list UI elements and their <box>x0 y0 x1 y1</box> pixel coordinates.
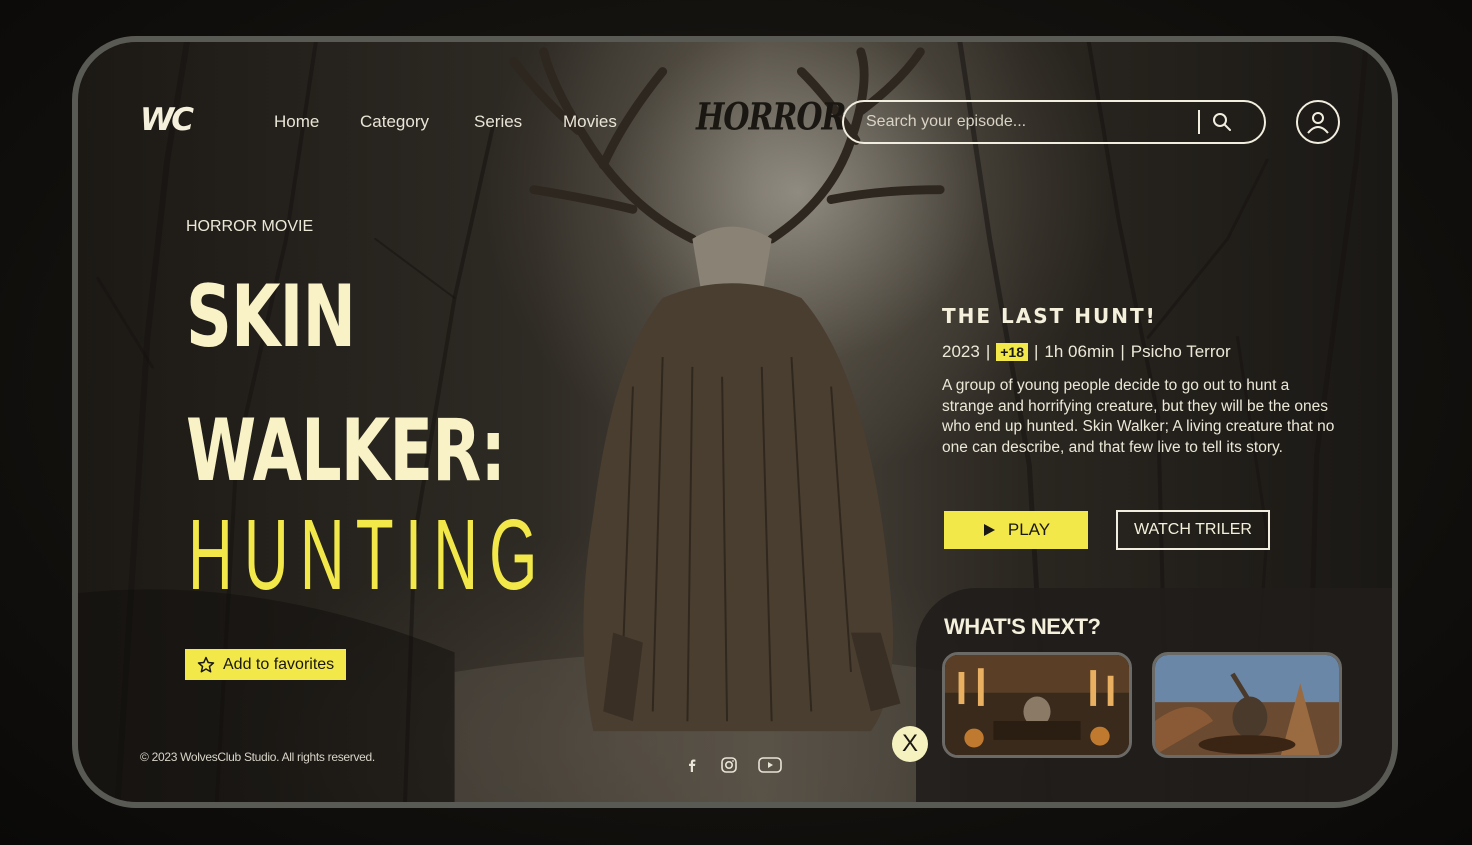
play-button[interactable]: PLAY <box>944 511 1088 549</box>
play-label: PLAY <box>1007 520 1051 539</box>
close-button[interactable]: X <box>892 726 928 762</box>
next-episode-thumbnail[interactable] <box>1152 652 1342 758</box>
category: Psicho Terror <box>1130 342 1231 361</box>
user-icon <box>1307 112 1329 134</box>
thumbnail-image <box>1155 655 1339 755</box>
add-to-favorites-button[interactable]: Add to favorites <box>185 649 347 680</box>
main-frame: WC Home Category Series Movies HORROR HO… <box>72 36 1398 808</box>
duration: 1h 06min <box>1044 342 1115 361</box>
search-divider <box>1198 110 1200 134</box>
youtube-icon[interactable] <box>758 756 782 774</box>
brand-logo[interactable]: WC <box>140 102 194 138</box>
facebook-icon[interactable] <box>684 757 700 773</box>
age-rating-badge: +18 <box>996 343 1028 361</box>
release-year: 2023 <box>942 342 980 361</box>
nav-movies[interactable]: Movies <box>563 112 617 132</box>
search-input[interactable] <box>864 112 1198 132</box>
nav-category[interactable]: Category <box>360 112 429 132</box>
watch-trailer-button[interactable]: WATCH TRILER <box>1116 510 1270 550</box>
episode-title: THE LAST HUNT! <box>942 304 1157 328</box>
movie-title-line2: WALKER: <box>186 401 506 501</box>
whats-next-title: WHAT'S NEXT? <box>944 614 1101 639</box>
nav-home[interactable]: Home <box>274 112 319 132</box>
movie-genre-label: HORROR MOVIE <box>186 218 314 235</box>
social-links <box>684 756 782 774</box>
meta-separator: | <box>1120 342 1125 361</box>
favorites-label: Add to favorites <box>223 655 335 673</box>
search-icon[interactable] <box>1210 110 1234 134</box>
meta-separator: | <box>1034 342 1039 361</box>
thumbnail-image <box>945 655 1129 755</box>
movie-title-line3: HUNTING <box>188 499 549 611</box>
copyright-text: © 2023 WolvesClub Studio. All rights res… <box>140 750 375 764</box>
play-icon <box>983 524 995 536</box>
instagram-icon[interactable] <box>720 756 738 774</box>
search-bar[interactable] <box>842 100 1266 144</box>
star-icon <box>197 656 215 672</box>
next-episode-thumbnail[interactable] <box>942 652 1132 758</box>
genre-logo: HORROR <box>696 95 846 140</box>
user-avatar-button[interactable] <box>1296 100 1340 144</box>
nav-series[interactable]: Series <box>474 112 522 132</box>
episode-description: A group of young people decide to go out… <box>942 377 1335 456</box>
meta-separator: | <box>985 342 991 361</box>
movie-title-line1: SKIN <box>186 250 356 384</box>
movie-title-skin: SKIN <box>186 267 356 367</box>
episode-meta: 2023 | +18 | 1h 06min | Psicho Terror <box>942 342 1231 362</box>
